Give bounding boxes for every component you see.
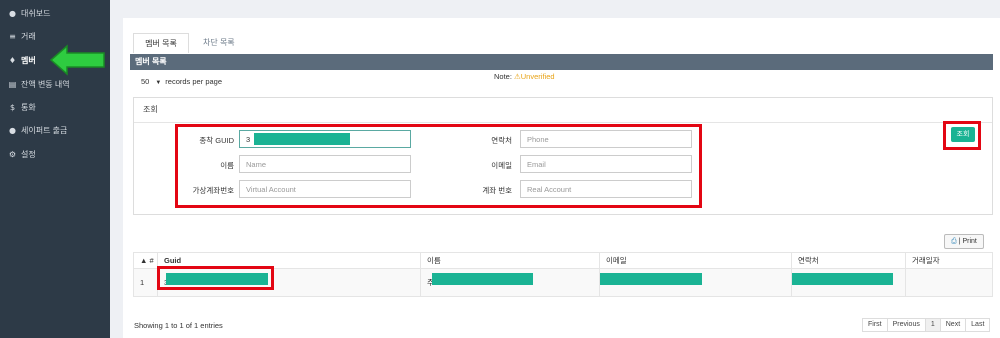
tab-member-list[interactable]: 멤버 목록: [133, 33, 189, 53]
caret-down-icon[interactable]: ▼: [155, 80, 161, 86]
sidebar-item-settings[interactable]: ⚙ 설정: [0, 144, 110, 164]
highlight-arrow-icon: [50, 44, 105, 76]
pager-previous[interactable]: Previous: [886, 318, 926, 332]
sidebar-item-currency[interactable]: $ 통화: [0, 97, 110, 117]
sidebar-item-label: 세이퍼트 출금: [21, 125, 68, 135]
table-info: Showing 1 to 1 of 1 entries: [134, 321, 223, 330]
highlight-search-fields: [175, 124, 702, 208]
list-icon: ≡: [9, 31, 16, 41]
redacted-name-cell: [432, 273, 533, 285]
sidebar-item-dashboard[interactable]: ● 대쉬보드: [0, 3, 110, 23]
pager-first[interactable]: First: [862, 318, 888, 332]
withdraw-icon: ●: [9, 125, 16, 135]
sidebar-item-transactions[interactable]: ≡ 거래: [0, 26, 110, 46]
highlight-search-button: [943, 121, 981, 150]
col-number[interactable]: ▲ #: [133, 252, 158, 269]
search-panel-title: 조회: [134, 98, 992, 123]
note-label: Note:: [494, 72, 512, 81]
pager-page-1[interactable]: 1: [924, 318, 941, 332]
printer-icon: ⎙: [951, 237, 957, 245]
note: Note: ⚠Unverified: [494, 72, 555, 81]
sidebar-item-label: 설정: [21, 149, 36, 159]
pagination: First Previous 1 Next Last: [862, 318, 991, 332]
table-icon: ▤: [8, 79, 17, 89]
col-name[interactable]: 이름: [420, 252, 600, 269]
sidebar-item-seyfert-withdraw[interactable]: ● 세이퍼트 출금: [0, 120, 110, 140]
highlight-guid-cell: [157, 266, 274, 290]
records-per-page-label: records per page: [165, 77, 222, 86]
sidebar-item-label: 멤버: [21, 55, 36, 65]
sidebar-item-label: 대쉬보드: [21, 8, 51, 18]
records-per-page-value[interactable]: 50: [141, 77, 149, 86]
col-phone[interactable]: 연락처: [791, 252, 906, 269]
sidebar-item-label: 거래: [21, 31, 36, 41]
box-header: 멤버 목록: [130, 54, 993, 70]
redacted-phone-cell: [792, 273, 893, 285]
dashboard-icon: ●: [9, 8, 16, 18]
tab-block-list[interactable]: 차단 목록: [194, 33, 244, 53]
col-date[interactable]: 거래일자: [905, 252, 993, 269]
sidebar-item-label: 통화: [21, 102, 36, 112]
print-label: | Print: [958, 238, 977, 245]
redacted-email-cell: [600, 273, 702, 285]
cell-date: [905, 268, 993, 297]
pager-next[interactable]: Next: [939, 318, 967, 332]
pager-last[interactable]: Last: [965, 318, 991, 332]
member-icon: ♦: [8, 55, 17, 65]
print-button[interactable]: ⎙ | Print: [944, 234, 984, 249]
cell-number: 1: [133, 268, 158, 297]
note-status: Unverified: [520, 72, 555, 81]
top-bar: [110, 0, 1000, 12]
dollar-icon: $: [9, 102, 16, 112]
col-email[interactable]: 이메일: [599, 252, 792, 269]
warning-icon: ⚠: [514, 72, 521, 81]
sidebar-item-balance-history[interactable]: ▤ 잔액 변동 내역: [0, 74, 110, 94]
sidebar-item-label: 잔액 변동 내역: [21, 79, 70, 89]
records-per-page[interactable]: 50 ▼ records per page: [141, 77, 222, 86]
gear-icon: ⚙: [8, 149, 17, 159]
